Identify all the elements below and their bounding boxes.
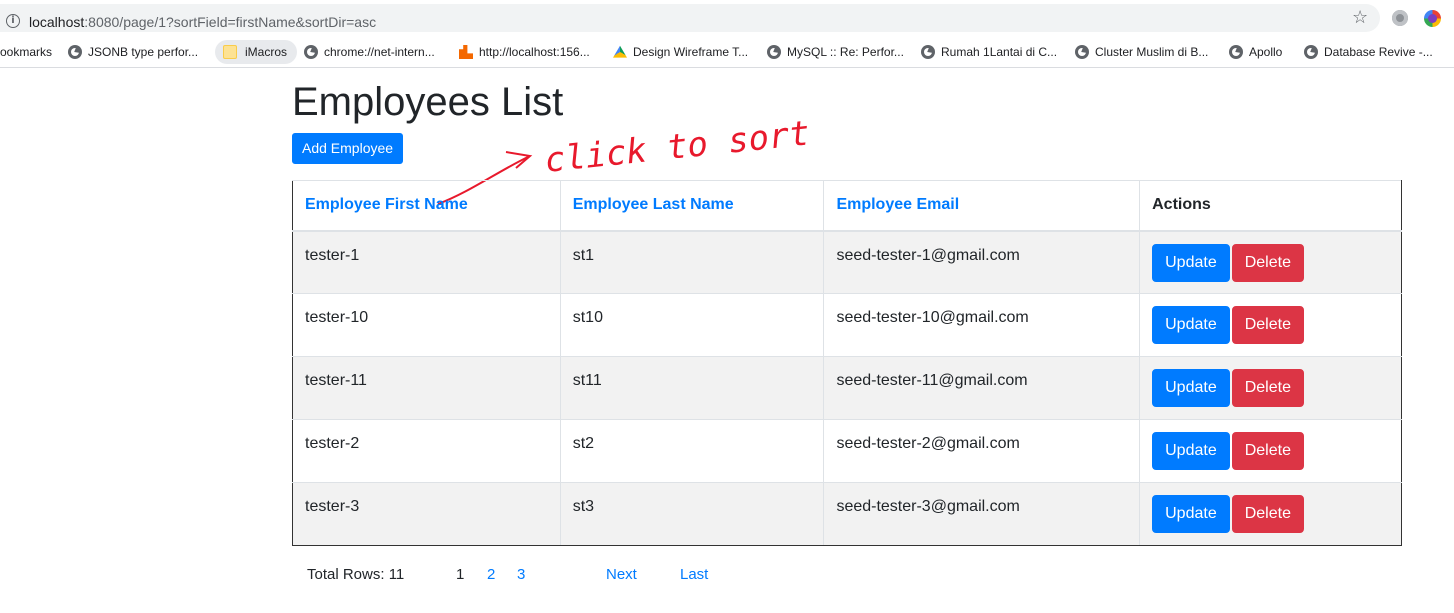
- bookmark-item[interactable]: Apollo: [1227, 40, 1282, 64]
- folder-icon: [223, 45, 237, 59]
- url-host: localhost: [29, 14, 85, 30]
- table-row: tester-10 st10 seed-tester-10@gmail.com …: [292, 293, 1402, 357]
- bookmark-item[interactable]: chrome://net-intern...: [302, 40, 435, 64]
- cell-first-name: tester-1: [292, 230, 561, 294]
- bookmark-label: Design Wireframe T...: [633, 45, 749, 59]
- bookmark-label: http://localhost:156...: [479, 45, 590, 59]
- update-button[interactable]: Update: [1152, 495, 1230, 533]
- cell-first-name: tester-11: [292, 356, 561, 420]
- globe-icon: [1304, 45, 1318, 59]
- grafana-icon: [459, 45, 473, 59]
- header-actions: Actions: [1139, 180, 1402, 232]
- delete-button[interactable]: Delete: [1231, 243, 1304, 282]
- header-email: Employee Email: [823, 180, 1141, 232]
- cell-last-name: st1: [559, 230, 825, 294]
- cell-actions: Update Delete: [1139, 356, 1402, 420]
- cell-actions: Update Delete: [1139, 293, 1402, 357]
- extension-color-icon[interactable]: [1424, 10, 1441, 27]
- cell-actions: Update Delete: [1139, 419, 1402, 483]
- total-rows-label: Total Rows: 11: [307, 566, 405, 583]
- bookmark-label: Rumah 1Lantai di C...: [941, 45, 1058, 59]
- page-3-link[interactable]: 3: [517, 566, 525, 583]
- globe-icon: [767, 45, 781, 59]
- bookmark-item[interactable]: Rumah 1Lantai di C...: [919, 40, 1057, 64]
- bookmark-label: Database Revive -...: [1324, 45, 1433, 59]
- cell-first-name: tester-10: [292, 293, 561, 357]
- bookmark-label: chrome://net-intern...: [324, 45, 435, 59]
- url-text[interactable]: localhost:8080/page/1?sortField=firstNam…: [29, 14, 376, 30]
- extension-gear-icon[interactable]: [1392, 10, 1408, 26]
- add-employee-button[interactable]: Add Employee: [292, 133, 404, 164]
- bookmark-item[interactable]: http://localhost:156...: [457, 40, 590, 64]
- sort-last-name-link[interactable]: Employee Last Name: [573, 196, 734, 213]
- next-page-link[interactable]: Next: [606, 566, 637, 583]
- bookmark-item[interactable]: MySQL :: Re: Perfor...: [765, 40, 904, 64]
- delete-button[interactable]: Delete: [1231, 306, 1304, 344]
- bookmark-label: ookmarks: [0, 45, 53, 59]
- header-first-name: Employee First Name: [292, 180, 561, 232]
- table-row: tester-1 st1 seed-tester-1@gmail.com Upd…: [292, 230, 1402, 294]
- table-header-row: Employee First Name Employee Last Name E…: [292, 180, 1402, 232]
- bookmark-label: iMacros: [245, 45, 288, 59]
- cell-email: seed-tester-3@gmail.com: [823, 482, 1141, 546]
- delete-button[interactable]: Delete: [1231, 495, 1304, 533]
- header-last-name: Employee Last Name: [559, 180, 825, 232]
- bookmark-label: Apollo: [1249, 45, 1283, 59]
- current-page: 1: [456, 566, 465, 583]
- url-field[interactable]: i localhost:8080/page/1?sortField=firstN…: [0, 4, 1380, 32]
- cell-first-name: tester-3: [292, 482, 561, 546]
- last-page-link[interactable]: Last: [680, 566, 708, 583]
- bookmark-item[interactable]: JSONB type perfor...: [66, 40, 198, 64]
- globe-icon: [921, 45, 935, 59]
- annotation-text: click to sort: [543, 113, 812, 181]
- cell-email: seed-tester-1@gmail.com: [823, 230, 1141, 294]
- globe-icon: [304, 45, 318, 59]
- cell-actions: Update Delete: [1139, 230, 1402, 294]
- globe-icon: [68, 45, 82, 59]
- url-path: :8080/page/1?sortField=firstName&sortDir…: [84, 14, 377, 30]
- bookmark-item[interactable]: ookmarks: [0, 40, 52, 64]
- bookmark-item[interactable]: Database Revive -...: [1302, 40, 1433, 64]
- cell-last-name: st11: [559, 356, 825, 420]
- cell-email: seed-tester-2@gmail.com: [823, 419, 1141, 483]
- page-2-link[interactable]: 2: [487, 566, 495, 583]
- bookmark-label: JSONB type perfor...: [88, 45, 199, 59]
- table-row: tester-3 st3 seed-tester-3@gmail.com Upd…: [292, 482, 1402, 546]
- cell-email: seed-tester-11@gmail.com: [823, 356, 1141, 420]
- delete-button[interactable]: Delete: [1231, 432, 1304, 470]
- cell-last-name: st2: [559, 419, 825, 483]
- table-row: tester-2 st2 seed-tester-2@gmail.com Upd…: [292, 419, 1402, 483]
- cell-last-name: st3: [559, 482, 825, 546]
- update-button[interactable]: Update: [1152, 369, 1230, 407]
- cell-last-name: st10: [559, 293, 825, 357]
- update-button[interactable]: Update: [1152, 306, 1230, 344]
- bookmark-folder-imacros[interactable]: iMacros: [215, 40, 298, 64]
- employees-table: Employee First Name Employee Last Name E…: [292, 180, 1402, 546]
- sort-first-name-link[interactable]: Employee First Name: [305, 196, 468, 213]
- table-row: tester-11 st11 seed-tester-11@gmail.com …: [292, 356, 1402, 420]
- cell-first-name: tester-2: [292, 419, 561, 483]
- bookmark-label: Cluster Muslim di B...: [1095, 45, 1209, 59]
- bookmark-item[interactable]: Design Wireframe T...: [611, 40, 748, 64]
- drive-icon: [613, 45, 627, 58]
- update-button[interactable]: Update: [1152, 243, 1230, 282]
- globe-icon: [1229, 45, 1243, 59]
- cell-email: seed-tester-10@gmail.com: [823, 293, 1141, 357]
- browser-address-bar: i localhost:8080/page/1?sortField=firstN…: [0, 0, 1454, 36]
- bookmark-label: MySQL :: Re: Perfor...: [787, 45, 904, 59]
- update-button[interactable]: Update: [1152, 432, 1230, 470]
- bookmarks-bar: ookmarks JSONB type perfor... iMacros ch…: [0, 36, 1454, 68]
- sort-email-link[interactable]: Employee Email: [836, 196, 959, 213]
- info-icon[interactable]: i: [6, 14, 20, 28]
- bookmark-star-icon[interactable]: ☆: [1352, 8, 1368, 26]
- globe-icon: [1075, 45, 1089, 59]
- delete-button[interactable]: Delete: [1231, 369, 1304, 407]
- cell-actions: Update Delete: [1139, 482, 1402, 546]
- bookmark-item[interactable]: Cluster Muslim di B...: [1073, 40, 1208, 64]
